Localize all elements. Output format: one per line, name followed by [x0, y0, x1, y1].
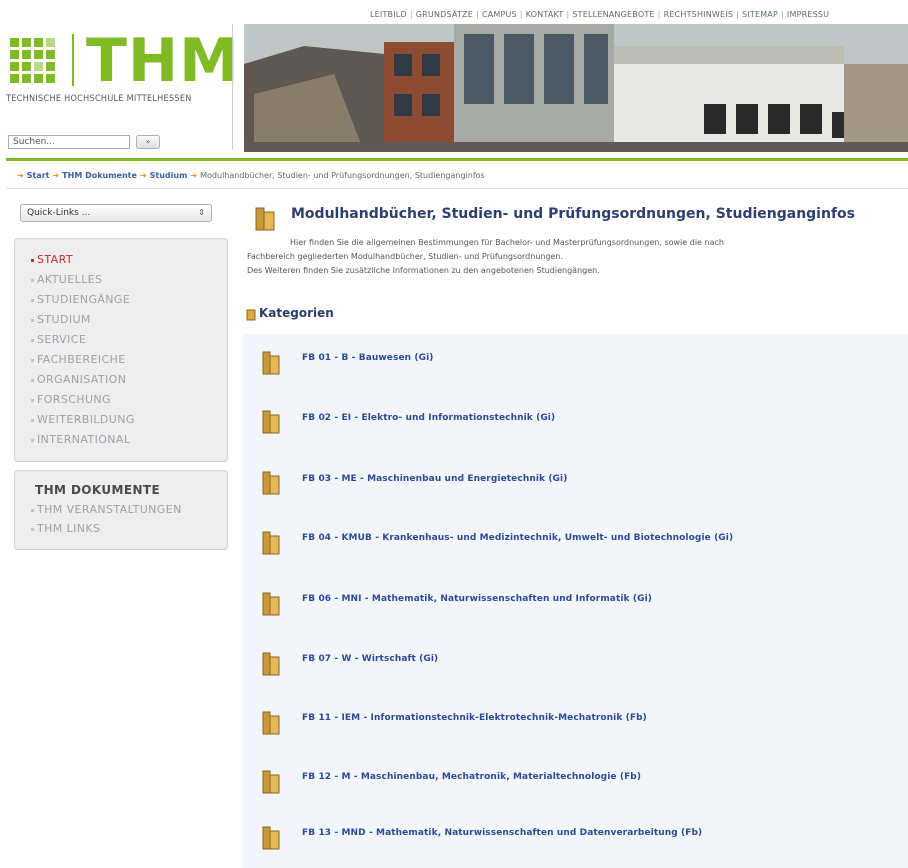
- folder-icon: [262, 351, 280, 375]
- nav-link-campus[interactable]: CAMPUS: [482, 10, 517, 19]
- sidebar-item-weiterbildung[interactable]: WEITERBILDUNG: [31, 413, 135, 426]
- page-title: Modulhandbücher, Studien- und Prüfungsor…: [291, 206, 855, 222]
- nav-link-sitemap[interactable]: SITEMAP: [742, 10, 778, 19]
- breadcrumb-arrow-icon: ➜: [17, 171, 24, 180]
- search-input[interactable]: Suchen...: [8, 135, 130, 149]
- header-building-image: [244, 24, 908, 152]
- logo-text: THM: [86, 26, 240, 96]
- quick-links-select[interactable]: Quick-Links ... ⇕: [20, 204, 212, 222]
- category-link-fb11[interactable]: FB 11 - IEM - Informationstechnik-Elektr…: [302, 713, 647, 723]
- sidebar-item-thm-veranstaltungen[interactable]: THM VERANSTALTUNGEN: [31, 503, 182, 516]
- sidebar-item-studium[interactable]: STUDIUM: [31, 313, 91, 326]
- folder-icon: [262, 592, 280, 616]
- folder-icon: [262, 711, 280, 735]
- category-link-fb04[interactable]: FB 04 - KMUB - Krankenhaus- und Medizint…: [302, 533, 733, 543]
- logo-divider: [72, 34, 74, 86]
- select-arrows-icon: ⇕: [198, 208, 205, 217]
- breadcrumb-start[interactable]: Start: [27, 171, 50, 180]
- category-link-fb01[interactable]: FB 01 - B - Bauwesen (Gi): [302, 353, 434, 363]
- category-link-fb07[interactable]: FB 07 - W - Wirtschaft (Gi): [302, 654, 438, 664]
- sidebar-item-studiengaenge[interactable]: STUDIENGÄNGE: [31, 293, 130, 306]
- folder-icon: [262, 410, 280, 434]
- folder-icon: [262, 826, 280, 850]
- sidebar-item-thm-dokumente[interactable]: THM DOKUMENTE: [35, 483, 160, 497]
- breadcrumb-arrow-icon: ➜: [52, 171, 60, 180]
- folder-icon: [262, 471, 280, 495]
- category-link-fb13[interactable]: FB 13 - MND - Mathematik, Naturwissensch…: [302, 828, 702, 838]
- logo-subtitle: TECHNISCHE HOCHSCHULE MITTELHESSEN: [6, 94, 192, 104]
- sidebar-item-aktuelles[interactable]: AKTUELLES: [31, 273, 102, 286]
- breadcrumb-current: Modulhandbücher, Studien- und Prüfungsor…: [200, 171, 485, 180]
- logo-grid-icon: [10, 38, 55, 83]
- breadcrumb-studium[interactable]: Studium: [150, 171, 188, 180]
- category-bullet-icon: [246, 309, 256, 321]
- sidebar-item-thm-links[interactable]: THM LINKS: [31, 522, 100, 535]
- sidebar-item-service[interactable]: SERVICE: [31, 333, 86, 346]
- category-link-fb03[interactable]: FB 03 - ME - Maschinenbau und Energietec…: [302, 474, 567, 484]
- sidebar-item-forschung[interactable]: FORSCHUNG: [31, 393, 111, 406]
- intro-text-line: Hier finden Sie die allgemeinen Bestimmu…: [290, 238, 724, 247]
- breadcrumb: ➜ Start ➜ THM Dokumente ➜ Studium ➜ Modulhandbü…: [14, 171, 485, 180]
- thm-logo[interactable]: THM TECHNISCHE HOCHSCHULE MITTELHESSEN: [6, 26, 239, 110]
- folder-icon: [255, 207, 275, 231]
- breadcrumb-arrow-icon: ➜: [139, 171, 147, 180]
- main-menu-panel: START AKTUELLES STUDIENGÄNGE STUDIUM SER…: [14, 238, 228, 462]
- search-button[interactable]: »: [136, 135, 160, 149]
- sidebar-item-organisation[interactable]: ORGANISATION: [31, 373, 126, 386]
- breadcrumb-arrow-icon: ➜: [190, 171, 198, 180]
- categories-heading: Kategorien: [259, 306, 334, 320]
- nav-link-kontakt[interactable]: KONTAKT: [526, 10, 564, 19]
- nav-link-grundsaetze[interactable]: GRUNDSÄTZE: [416, 10, 473, 19]
- category-link-fb12[interactable]: FB 12 - M - Maschinenbau, Mechatronik, M…: [302, 772, 641, 782]
- intro-text-line: Fachbereich gegliederten Modulhandbücher…: [247, 252, 564, 261]
- header-green-line: [6, 158, 908, 161]
- category-link-fb02[interactable]: FB 02 - EI - Elektro- und Informationste…: [302, 413, 555, 423]
- header-divider: [232, 24, 233, 150]
- folder-icon: [262, 531, 280, 555]
- top-navigation: LEITBILD | GRUNDSÄTZE | CAMPUS | KONTAKT | STELL…: [370, 10, 830, 19]
- folder-icon: [262, 652, 280, 676]
- documents-menu-panel: THM DOKUMENTE THM VERANSTALTUNGEN THM LI…: [14, 470, 228, 550]
- breadcrumb-thm-dokumente[interactable]: THM Dokumente: [62, 171, 137, 180]
- nav-link-leitbild[interactable]: LEITBILD: [370, 10, 407, 19]
- nav-link-impressum[interactable]: IMPRESSU: [787, 10, 829, 19]
- category-link-fb06[interactable]: FB 06 - MNI - Mathematik, Naturwissensch…: [302, 594, 652, 604]
- breadcrumb-divider: [6, 188, 908, 189]
- folder-icon: [262, 770, 280, 794]
- sidebar-item-international[interactable]: INTERNATIONAL: [31, 433, 130, 446]
- sidebar-item-start[interactable]: START: [31, 253, 73, 266]
- nav-link-stellenangebote[interactable]: STELLENANGEBOTE: [572, 10, 654, 19]
- nav-link-rechtshinweis[interactable]: RECHTSHINWEIS: [664, 10, 734, 19]
- sidebar-item-fachbereiche[interactable]: FACHBEREICHE: [31, 353, 126, 366]
- quick-links-label: Quick-Links ...: [27, 208, 91, 218]
- intro-text-line: Des Weiteren finden Sie zusätzliche Info…: [247, 266, 600, 275]
